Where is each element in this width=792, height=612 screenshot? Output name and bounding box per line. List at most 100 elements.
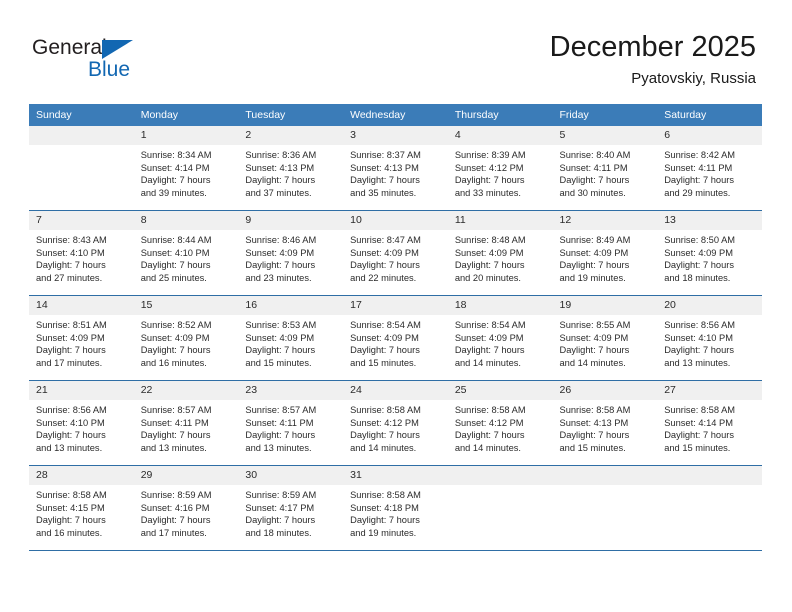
daylight-text-line2: and 14 minutes. xyxy=(559,357,626,368)
sunrise-text: Sunrise: 8:49 AM xyxy=(559,235,631,245)
daylight-text-line1: Daylight: 7 hours xyxy=(454,260,525,271)
day-cell-inner xyxy=(657,466,762,550)
calendar-day-cell[interactable]: 5 Sunrise: 8:40 AM Sunset: 4:11 PM Daylight… xyxy=(552,126,658,211)
day-cell-inner: 8 Sunrise: 8:44 AM Sunset: 4:10 PM Daylight… xyxy=(133,211,239,295)
sunrise-text: Sunrise: 8:58 AM xyxy=(559,405,631,415)
day-cell-inner: 16 Sunrise: 8:53 AM Sunset: 4:09 PM Dayligh… xyxy=(238,296,344,380)
calendar-day-cell[interactable]: 14 Sunrise: 8:51 AM Sunset: 4:09 PM Dayligh… xyxy=(29,295,134,381)
calendar-day-cell-empty xyxy=(447,465,553,550)
sunrise-text: Sunrise: 8:52 AM xyxy=(140,320,212,330)
sunset-text: Sunset: 4:09 PM xyxy=(350,247,419,258)
calendar-day-cell[interactable]: 27 Sunrise: 8:58 AM Sunset: 4:14 PM Dayligh… xyxy=(657,380,762,466)
calendar-day-cell[interactable]: 21 Sunrise: 8:56 AM Sunset: 4:10 PM Dayligh… xyxy=(29,380,134,466)
calendar-day-cell[interactable]: 6 Sunrise: 8:42 AM Sunset: 4:11 PM Daylight… xyxy=(657,126,762,211)
daylight-text-line2: and 15 minutes. xyxy=(559,442,626,453)
daylight-text-line1: Daylight: 7 hours xyxy=(245,345,316,356)
calendar-day-cell[interactable]: 12 Sunrise: 8:49 AM Sunset: 4:09 PM Dayligh… xyxy=(552,210,658,296)
day-cell-inner: 22 Sunrise: 8:57 AM Sunset: 4:11 PM Dayligh… xyxy=(133,381,239,465)
day-cell-inner: 26 Sunrise: 8:58 AM Sunset: 4:13 PM Dayligh… xyxy=(552,381,658,465)
weekday-header-wednesday: Wednesday xyxy=(343,104,448,126)
day-cell-inner: 29 Sunrise: 8:59 AM Sunset: 4:16 PM Dayligh… xyxy=(133,466,239,550)
calendar-day-cell[interactable]: 28 Sunrise: 8:58 AM Sunset: 4:15 PM Dayligh… xyxy=(29,465,134,550)
sunrise-text: Sunrise: 8:58 AM xyxy=(350,490,421,500)
calendar-day-cell[interactable]: 22 Sunrise: 8:57 AM Sunset: 4:11 PM Dayligh… xyxy=(133,380,239,466)
logo-text-blue: Blue xyxy=(88,58,131,81)
calendar-day-cell[interactable]: 23 Sunrise: 8:57 AM Sunset: 4:11 PM Dayligh… xyxy=(238,380,344,466)
day-number: 27 xyxy=(657,381,762,400)
sunset-text: Sunset: 4:09 PM xyxy=(664,247,733,258)
sunset-text: Sunset: 4:14 PM xyxy=(140,162,210,173)
calendar-day-cell[interactable]: 2 Sunrise: 8:36 AM Sunset: 4:13 PM Daylight… xyxy=(238,126,344,211)
day-details xyxy=(553,485,658,539)
calendar-day-cell[interactable]: 4 Sunrise: 8:39 AM Sunset: 4:12 PM Daylight… xyxy=(447,126,553,211)
day-number: 18 xyxy=(447,296,553,315)
calendar-day-cell[interactable]: 9 Sunrise: 8:46 AM Sunset: 4:09 PM Daylight… xyxy=(238,210,344,296)
calendar-day-cell[interactable]: 15 Sunrise: 8:52 AM Sunset: 4:09 PM Dayligh… xyxy=(133,295,239,381)
calendar-day-cell[interactable]: 10 Sunrise: 8:47 AM Sunset: 4:09 PM Dayligh… xyxy=(343,210,448,296)
daylight-text-line1: Daylight: 7 hours xyxy=(36,515,106,526)
calendar-day-cell[interactable]: 3 Sunrise: 8:37 AM Sunset: 4:13 PM Daylight… xyxy=(343,126,448,211)
day-details: Sunrise: 8:58 AM Sunset: 4:18 PM Daylight:… xyxy=(343,485,448,539)
daylight-text-line1 xyxy=(455,514,547,527)
day-cell-inner: 1 Sunrise: 8:34 AM Sunset: 4:14 PM Daylight… xyxy=(133,126,239,210)
daylight-text-line2: and 33 minutes. xyxy=(454,187,521,198)
day-number: 11 xyxy=(447,211,553,230)
calendar-day-cell[interactable]: 29 Sunrise: 8:59 AM Sunset: 4:16 PM Dayligh… xyxy=(133,465,239,550)
day-cell-inner xyxy=(447,466,553,550)
calendar-day-cell[interactable]: 31 Sunrise: 8:58 AM Sunset: 4:18 PM Dayligh… xyxy=(343,465,448,550)
sunrise-text: Sunrise: 8:34 AM xyxy=(140,150,212,160)
day-number: 5 xyxy=(552,126,658,145)
calendar-day-cell[interactable]: 20 Sunrise: 8:56 AM Sunset: 4:10 PM Dayligh… xyxy=(657,295,762,381)
daylight-text-line2: and 13 minutes. xyxy=(140,442,207,453)
sunrise-text: Sunrise: 8:59 AM xyxy=(245,490,317,500)
daylight-text-line2 xyxy=(664,527,756,540)
day-cell-inner: 19 Sunrise: 8:55 AM Sunset: 4:09 PM Dayligh… xyxy=(552,296,658,380)
day-cell-inner: 21 Sunrise: 8:56 AM Sunset: 4:10 PM Dayligh… xyxy=(29,381,134,465)
day-details: Sunrise: 8:49 AM Sunset: 4:09 PM Daylight:… xyxy=(553,230,658,284)
sunset-text: Sunset: 4:09 PM xyxy=(245,247,315,258)
day-number xyxy=(657,466,762,485)
day-number: 13 xyxy=(657,211,762,230)
sunrise-text: Sunrise: 8:43 AM xyxy=(36,235,107,245)
sunrise-text xyxy=(36,149,128,162)
sunrise-text: Sunrise: 8:58 AM xyxy=(454,405,526,415)
daylight-text-line2: and 15 minutes. xyxy=(245,357,312,368)
calendar-day-cell[interactable]: 30 Sunrise: 8:59 AM Sunset: 4:17 PM Dayligh… xyxy=(238,465,344,550)
calendar-day-cell[interactable]: 18 Sunrise: 8:54 AM Sunset: 4:09 PM Dayligh… xyxy=(447,295,553,381)
calendar-day-cell[interactable]: 17 Sunrise: 8:54 AM Sunset: 4:09 PM Dayligh… xyxy=(343,295,448,381)
sunrise-text: Sunrise: 8:40 AM xyxy=(559,150,631,160)
daylight-text-line2: and 25 minutes. xyxy=(140,272,207,283)
weekday-header-saturday: Saturday xyxy=(657,104,762,126)
calendar-day-cell[interactable]: 26 Sunrise: 8:58 AM Sunset: 4:13 PM Dayligh… xyxy=(552,380,658,466)
daylight-text-line2: and 19 minutes. xyxy=(559,272,626,283)
sunrise-text: Sunrise: 8:56 AM xyxy=(664,320,736,330)
calendar-day-cell[interactable]: 19 Sunrise: 8:55 AM Sunset: 4:09 PM Dayligh… xyxy=(552,295,658,381)
sunset-text: Sunset: 4:16 PM xyxy=(140,502,210,513)
calendar-day-cell[interactable]: 11 Sunrise: 8:48 AM Sunset: 4:09 PM Dayligh… xyxy=(447,210,553,296)
day-cell-inner: 28 Sunrise: 8:58 AM Sunset: 4:15 PM Dayligh… xyxy=(29,466,134,550)
day-cell-inner xyxy=(29,126,134,210)
calendar-day-cell[interactable]: 8 Sunrise: 8:44 AM Sunset: 4:10 PM Daylight… xyxy=(133,210,239,296)
calendar-week-row: 14 Sunrise: 8:51 AM Sunset: 4:09 PM Dayligh… xyxy=(29,295,762,381)
calendar-day-cell[interactable]: 13 Sunrise: 8:50 AM Sunset: 4:09 PM Dayligh… xyxy=(657,210,762,296)
calendar-day-cell[interactable]: 16 Sunrise: 8:53 AM Sunset: 4:09 PM Dayligh… xyxy=(238,295,344,381)
calendar-day-cell[interactable]: 7 Sunrise: 8:43 AM Sunset: 4:10 PM Daylight… xyxy=(29,210,134,296)
page-title: December 2025 xyxy=(549,31,756,63)
daylight-text-line1 xyxy=(36,174,128,187)
calendar-day-cell[interactable]: 24 Sunrise: 8:58 AM Sunset: 4:12 PM Dayligh… xyxy=(343,380,448,466)
sunrise-text: Sunrise: 8:47 AM xyxy=(350,235,421,245)
daylight-text-line1: Daylight: 7 hours xyxy=(140,175,211,186)
sunrise-text: Sunrise: 8:57 AM xyxy=(245,405,317,415)
day-cell-inner: 14 Sunrise: 8:51 AM Sunset: 4:09 PM Dayligh… xyxy=(29,296,134,380)
day-number: 29 xyxy=(133,466,239,485)
day-details: Sunrise: 8:50 AM Sunset: 4:09 PM Daylight:… xyxy=(657,230,762,284)
weekday-header-tuesday: Tuesday xyxy=(238,104,344,126)
general-blue-logo[interactable]: General Blue xyxy=(32,36,212,88)
calendar-day-cell[interactable]: 1 Sunrise: 8:34 AM Sunset: 4:14 PM Daylight… xyxy=(133,126,239,211)
day-cell-inner: 6 Sunrise: 8:42 AM Sunset: 4:11 PM Daylight… xyxy=(657,126,762,210)
daylight-text-line1: Daylight: 7 hours xyxy=(36,260,106,271)
day-cell-inner: 5 Sunrise: 8:40 AM Sunset: 4:11 PM Daylight… xyxy=(552,126,658,210)
day-details: Sunrise: 8:37 AM Sunset: 4:13 PM Daylight:… xyxy=(343,145,448,199)
calendar-day-cell[interactable]: 25 Sunrise: 8:58 AM Sunset: 4:12 PM Dayligh… xyxy=(447,380,553,466)
day-details: Sunrise: 8:58 AM Sunset: 4:15 PM Daylight:… xyxy=(29,485,134,539)
